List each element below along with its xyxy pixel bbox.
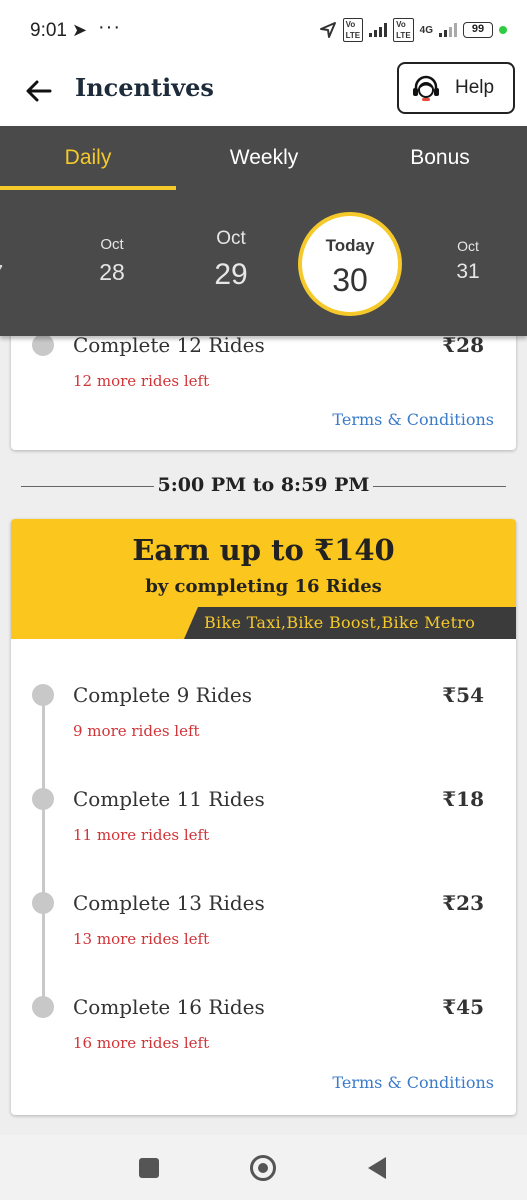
date-day: 31 — [456, 260, 480, 283]
battery-icon: 99 — [463, 22, 493, 38]
system-nav-bar — [0, 1135, 527, 1200]
service-tag: Bike Taxi,Bike Boost,Bike Metro — [184, 607, 516, 639]
milestone-dot — [32, 788, 54, 810]
earnings-banner: Earn up to ₹140 by completing 16 Rides B… — [11, 519, 516, 639]
time-slot-label: 5:00 PM to 8:59 PM — [157, 474, 370, 496]
rides-left-text: 12 more rides left — [73, 372, 210, 390]
date-month: Today — [325, 236, 375, 255]
terms-link[interactable]: Terms & Conditions — [332, 1073, 494, 1092]
signal-icon-2 — [439, 23, 457, 37]
active-tab-indicator — [0, 186, 176, 190]
recents-icon[interactable] — [139, 1158, 159, 1178]
milestone-dot — [32, 684, 54, 706]
milestone-dot — [32, 334, 54, 356]
privacy-indicator-dot — [499, 26, 507, 34]
terms-link[interactable]: Terms & Conditions — [332, 410, 494, 429]
date-item-31[interactable]: Oct 31 — [430, 238, 506, 284]
milestone-amount: ₹28 — [442, 333, 484, 357]
date-month: t — [0, 240, 3, 256]
tab-bonus[interactable]: Bonus — [352, 126, 527, 190]
status-icons: Vo LTE Vo LTE 4G 99 — [319, 18, 507, 42]
tab-weekly[interactable]: Weekly — [176, 126, 352, 190]
status-bar: 9:01 ➤ ··· Vo LTE Vo LTE 4G 99 — [0, 0, 527, 60]
volte-icon-2: Vo LTE — [393, 18, 414, 42]
page-title: Incentives — [75, 73, 214, 102]
help-label: Help — [455, 77, 495, 98]
milestone-title: Complete 12 Rides — [73, 333, 265, 357]
service-list: Bike Taxi,Bike Boost,Bike Metro — [204, 613, 476, 632]
date-item-29[interactable]: Oct 29 — [186, 228, 276, 292]
back-icon[interactable] — [368, 1157, 386, 1179]
location-icon — [319, 22, 336, 38]
back-arrow-icon[interactable] — [22, 74, 56, 108]
volte-icon: Vo LTE — [342, 18, 364, 42]
date-item-today[interactable]: Today 30 — [298, 212, 402, 316]
navigation-arrow-icon: ➤ — [72, 20, 88, 40]
timeline-line — [42, 694, 45, 1006]
milestone-dot — [32, 892, 54, 914]
rides-left-text: 13 more rides left — [73, 930, 210, 948]
more-notifications-icon: ··· — [98, 16, 121, 38]
date-month: Oct — [457, 238, 479, 254]
divider-line-right — [373, 486, 506, 487]
date-item-partial[interactable]: t 7 — [0, 240, 3, 285]
rides-left-text: 11 more rides left — [73, 826, 210, 844]
tab-daily[interactable]: Daily — [0, 126, 176, 190]
help-button[interactable]: Help — [397, 62, 515, 114]
date-item-28[interactable]: Oct 28 — [72, 236, 152, 286]
date-day: 7 — [0, 262, 3, 285]
app-header: Incentives Help — [0, 60, 527, 126]
incentive-card: Earn up to ₹140 by completing 16 Rides B… — [11, 519, 516, 1115]
milestone-amount: ₹18 — [442, 787, 484, 811]
date-day: 28 — [99, 259, 125, 285]
incentive-tabs: Daily Weekly Bonus — [0, 126, 527, 190]
headset-support-icon — [413, 75, 439, 101]
time-slot-divider: 5:00 PM to 8:59 PM — [0, 470, 527, 502]
milestone-amount: ₹23 — [442, 891, 484, 915]
rides-left-text: 16 more rides left — [73, 1034, 210, 1052]
milestone-amount: ₹54 — [442, 683, 484, 707]
milestone-dot — [32, 996, 54, 1018]
earn-subline: by completing 16 Rides — [145, 576, 382, 597]
tab-date-panel: Daily Weekly Bonus t 7 Oct 28 Oct 29 Tod… — [0, 126, 527, 336]
milestone-title: Complete 13 Rides — [73, 891, 265, 915]
date-day: 29 — [214, 258, 248, 291]
earn-headline: Earn up to ₹140 — [132, 533, 395, 567]
network-type: 4G — [419, 24, 433, 36]
milestone-amount: ₹45 — [442, 995, 484, 1019]
date-month: Oct — [216, 228, 246, 249]
signal-icon — [369, 23, 388, 37]
date-day: 30 — [332, 262, 368, 298]
home-icon-inner — [258, 1163, 268, 1173]
status-time: 9:01 — [30, 20, 67, 41]
milestone-title: Complete 16 Rides — [73, 995, 265, 1019]
home-icon[interactable] — [250, 1155, 276, 1181]
rides-left-text: 9 more rides left — [73, 722, 200, 740]
milestone-title: Complete 9 Rides — [73, 683, 253, 707]
milestone-title: Complete 11 Rides — [73, 787, 265, 811]
date-month: Oct — [100, 236, 124, 253]
